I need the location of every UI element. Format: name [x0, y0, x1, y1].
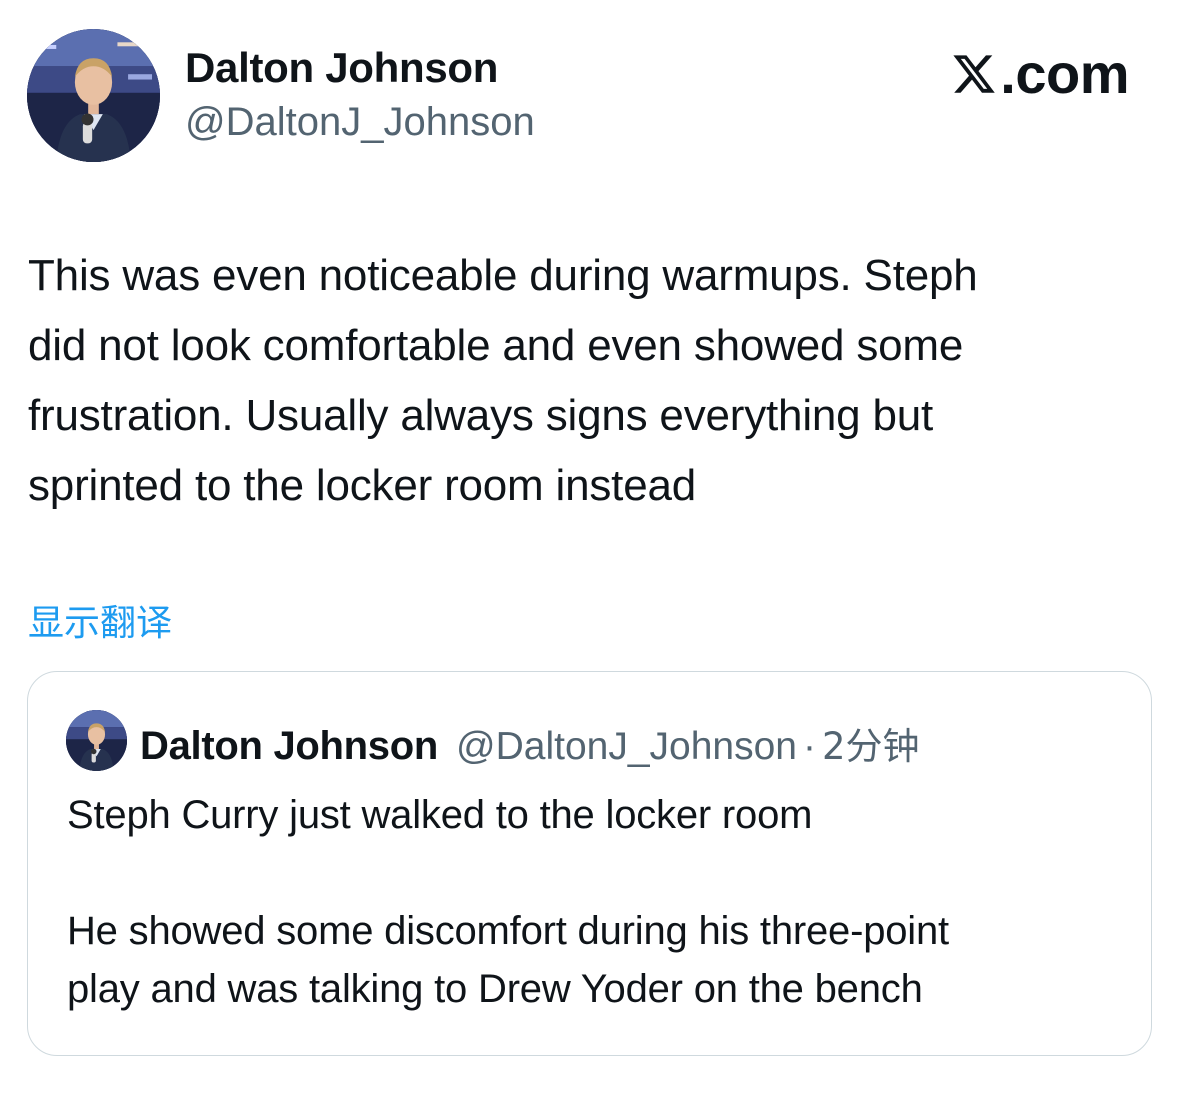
quoted-tweet-card[interactable]: Dalton Johnson @DaltonJ_Johnson · 2分钟 St…	[27, 671, 1152, 1056]
avatar-photo-icon	[27, 29, 160, 162]
quote-text: Steph Curry just walked to the locker ro…	[67, 786, 1127, 1018]
author-avatar[interactable]	[27, 29, 160, 162]
tweet-text-line: This was even noticeable during warmups.…	[28, 251, 978, 300]
quote-text-line: play and was talking to Drew Yoder on th…	[67, 967, 923, 1011]
tweet-text-line: frustration. Usually always signs everyt…	[28, 391, 934, 440]
author-name[interactable]: Dalton Johnson	[185, 44, 498, 92]
author-handle[interactable]: @DaltonJ_Johnson	[185, 100, 535, 145]
brand-domain: .com	[1000, 42, 1129, 105]
quote-author-avatar[interactable]	[66, 710, 127, 771]
quote-separator: ·	[802, 725, 816, 768]
avatar-photo-icon	[66, 710, 127, 771]
quote-author-name[interactable]: Dalton Johnson	[140, 724, 438, 769]
quote-timestamp[interactable]: 2分钟	[822, 716, 920, 770]
quote-header: Dalton Johnson @DaltonJ_Johnson · 2分钟	[140, 716, 920, 770]
x-logo-icon	[953, 55, 996, 93]
quote-author-handle[interactable]: @DaltonJ_Johnson	[456, 725, 797, 769]
quote-text-line: He showed some discomfort during his thr…	[67, 909, 949, 953]
x-com-brand: .com	[950, 46, 1129, 102]
tweet-screenshot: Dalton Johnson @DaltonJ_Johnson .com Thi…	[0, 0, 1179, 1100]
show-translation-link[interactable]: 显示翻译	[28, 594, 172, 646]
tweet-text-line: sprinted to the locker room instead	[28, 461, 697, 510]
tweet-text: This was even noticeable during warmups.…	[28, 241, 1158, 521]
tweet-text-line: did not look comfortable and even showed…	[28, 321, 964, 370]
quote-paragraph: Steph Curry just walked to the locker ro…	[67, 793, 813, 837]
